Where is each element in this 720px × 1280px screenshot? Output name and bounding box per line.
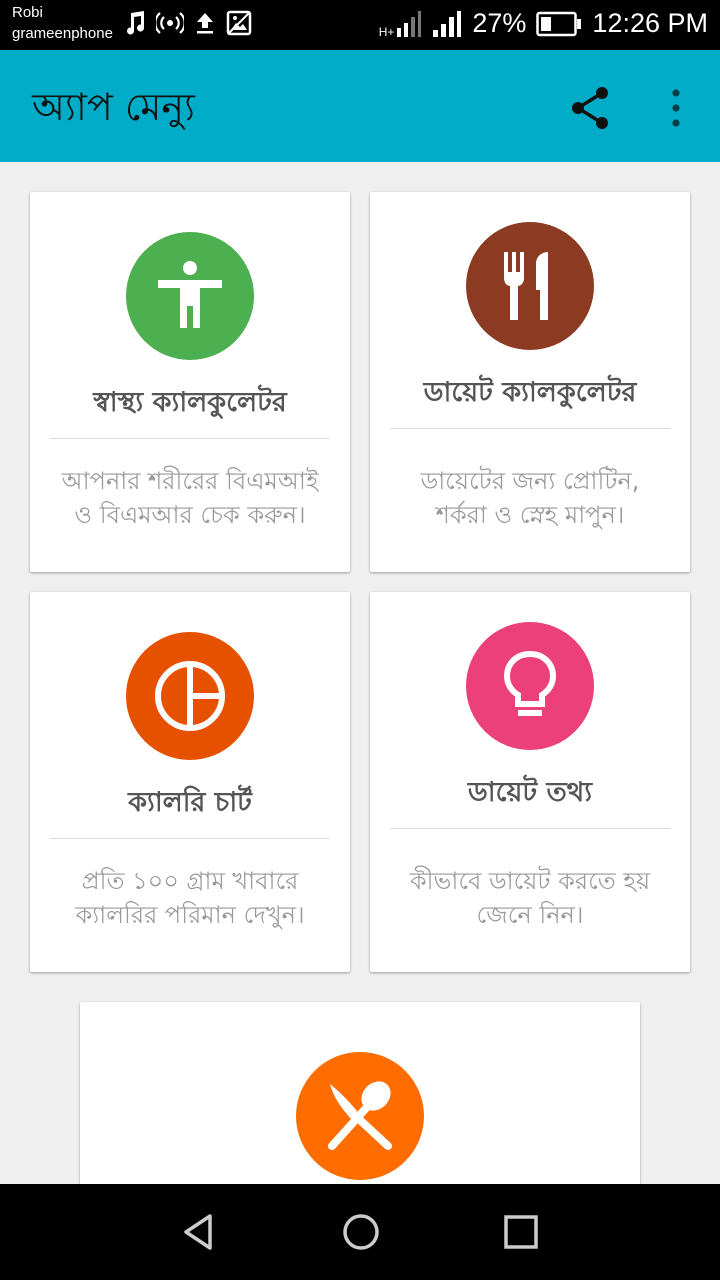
card-divider — [50, 838, 330, 839]
calorie-chart-card[interactable]: ক্যালরি চার্ট প্রতি ১০০ গ্রাম খাবারে ক্য… — [30, 592, 350, 972]
carrier-primary: Robi — [12, 4, 43, 21]
card-title: ক্যালরি চার্ট — [128, 787, 252, 818]
card-description: কীভাবে ডায়েট করতে হয় জেনে নিন। — [378, 864, 682, 932]
card-divider — [390, 828, 670, 829]
spoon-knife-icon — [328, 1081, 392, 1150]
description-line: ও বিএমআর চেক করুন। — [74, 501, 306, 529]
health-icon-circle — [126, 232, 254, 360]
notification-icons — [124, 10, 252, 36]
overflow-menu-button[interactable] — [664, 88, 688, 128]
page-title: অ্যাপ মেন্যু — [32, 85, 196, 129]
lightbulb-icon — [503, 650, 557, 716]
description-line: আপনার শরীরের বিএমআই — [61, 467, 319, 495]
carrier-secondary: grameenphone — [12, 25, 113, 42]
description-line: ক্যালরির পরিমান দেখুন। — [75, 901, 305, 929]
recipes-icon-circle — [296, 1052, 424, 1180]
description-line: কীভাবে ডায়েট করতে হয় — [409, 867, 651, 895]
share-button[interactable] — [568, 84, 616, 132]
card-title: স্বাস্থ্য ক্যালকুলেটর — [93, 387, 287, 418]
status-bar: Robi grameenphone H+ 27% 12:26 PM — [0, 0, 720, 50]
card-description: প্রতি ১০০ গ্রাম খাবারে ক্যালরির পরিমান দ… — [38, 864, 342, 932]
calorie-icon-circle — [126, 632, 254, 760]
card-title: ডায়েট ক্যালকুলেটর — [423, 377, 637, 408]
diet-info-card[interactable]: ডায়েট তথ্য কীভাবে ডায়েট করতে হয় জেনে … — [370, 592, 690, 972]
music-note-icon — [127, 11, 144, 35]
back-icon — [184, 1214, 212, 1250]
diet-icon-circle — [466, 222, 594, 350]
card-description: ডায়েটের জন্য প্রোটিন, শর্করা ও স্নেহ মা… — [378, 464, 682, 532]
signal-strength-icon — [397, 10, 422, 37]
share-icon — [572, 87, 608, 129]
card-divider — [390, 428, 670, 429]
upload-icon — [197, 13, 213, 34]
description-line: জেনে নিন। — [476, 901, 584, 929]
home-button[interactable] — [337, 1208, 385, 1256]
health-calculator-card[interactable]: স্বাস্থ্য ক্যালকুলেটর আপনার শরীরের বিএমআ… — [30, 192, 350, 572]
recents-button[interactable] — [497, 1208, 545, 1256]
diet-calculator-card[interactable]: ডায়েট ক্যালকুলেটর ডায়েটের জন্য প্রোটিন… — [370, 192, 690, 572]
clock: 12:26 PM — [592, 8, 708, 38]
signal-strength-icon — [433, 10, 462, 37]
description-line: প্রতি ১০০ গ্রাম খাবারে — [81, 867, 299, 895]
back-button[interactable] — [176, 1208, 224, 1256]
navigation-bar — [0, 1184, 720, 1280]
card-description: আপনার শরীরের বিএমআই ও বিএমআর চেক করুন। — [38, 464, 342, 532]
accessibility-icon — [158, 261, 222, 328]
hotspot-icon — [156, 12, 184, 34]
card-divider — [50, 438, 330, 439]
more-vert-icon — [672, 89, 680, 127]
home-icon — [343, 1214, 379, 1250]
description-line: ডায়েটের জন্য প্রোটিন, — [420, 467, 640, 495]
fork-knife-icon — [504, 252, 548, 320]
status-right: H+ 27% 12:26 PM — [379, 8, 708, 39]
network-type: H+ — [378, 24, 395, 39]
battery-percent: 27% — [472, 8, 527, 38]
description-line: শর্করা ও স্নেহ মাপুন। — [435, 501, 625, 529]
card-title: ডায়েট তথ্য — [467, 777, 593, 808]
image-icon — [226, 10, 252, 36]
recents-icon — [504, 1215, 538, 1249]
carrier-label: Robi grameenphone — [12, 2, 113, 44]
pie-chart-icon — [155, 661, 225, 731]
recipes-card[interactable] — [80, 1002, 640, 1184]
battery-icon — [536, 11, 582, 36]
diet-info-icon-circle — [466, 622, 594, 750]
